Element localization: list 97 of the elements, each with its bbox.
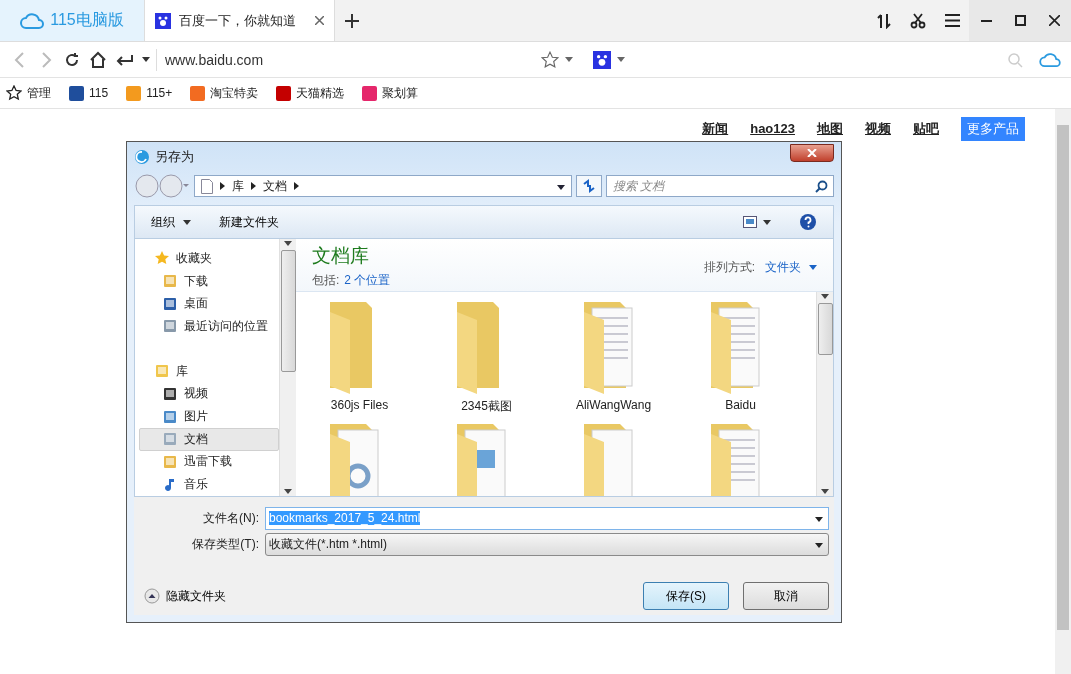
sort-label: 排列方式: <box>703 259 755 276</box>
filetype-dropdown[interactable]: 收藏文件(*.htm *.html) <box>265 532 829 556</box>
scrollbar-thumb[interactable] <box>1057 125 1069 630</box>
locations-link[interactable]: 2 个位置 <box>344 272 391 289</box>
bookmark-label: 淘宝特卖 <box>210 84 259 102</box>
scrollbar[interactable] <box>816 292 833 496</box>
toolbar-button[interactable]: 新建文件夹 <box>219 213 279 231</box>
refresh-button[interactable] <box>576 175 602 197</box>
folder-item[interactable]: Baidu <box>677 298 804 420</box>
sidebar-item[interactable]: 下载 <box>139 269 279 293</box>
caret-icon <box>815 543 823 548</box>
sidebar-item[interactable]: 音乐 <box>139 473 279 496</box>
chevron-right-icon <box>294 182 299 190</box>
nav-link[interactable]: 新闻 <box>702 117 729 141</box>
cloud-icon[interactable] <box>1039 51 1061 68</box>
scissors-icon[interactable] <box>910 12 926 29</box>
caret-icon <box>284 489 292 494</box>
search-field[interactable]: 搜索 文档 <box>606 175 834 197</box>
breadcrumb-item[interactable]: 库 <box>232 177 244 195</box>
bookmark-item[interactable]: 聚划算 <box>362 84 419 102</box>
sidebar-item[interactable]: 迅雷下载 <box>139 450 279 474</box>
scrollbar-thumb[interactable] <box>280 250 296 372</box>
nav-link[interactable]: 视频 <box>865 117 891 141</box>
folder-item[interactable]: AliWangWang <box>550 298 677 420</box>
library-title: 文档库 <box>312 244 370 268</box>
bookmark-label: 115+ <box>146 86 173 100</box>
caret-icon <box>617 57 625 62</box>
bookmark-item[interactable]: 115+ <box>126 85 173 101</box>
paw-icon <box>155 12 171 29</box>
view-options-icon[interactable] <box>743 216 771 228</box>
folder-item[interactable]: 2345截图 <box>423 298 550 420</box>
breadcrumb-item[interactable]: 文档 <box>263 177 287 195</box>
sidebar-item[interactable]: 文档 <box>139 427 279 451</box>
star-icon <box>6 85 22 101</box>
search-icon <box>815 179 828 193</box>
bookmark-item[interactable]: 115 <box>69 85 109 101</box>
menu-icon[interactable] <box>944 14 960 27</box>
caret-icon <box>183 219 191 225</box>
chevron-right-icon <box>220 182 225 190</box>
maximize-icon[interactable] <box>1014 15 1026 26</box>
caret-icon <box>809 265 817 270</box>
folder-item[interactable]: 360js Files <box>296 298 423 420</box>
scrollbar[interactable] <box>279 239 296 496</box>
includes-label: 包括: <box>312 272 340 289</box>
plus-icon[interactable] <box>345 13 359 28</box>
dialog-button[interactable]: 取消 <box>743 582 829 610</box>
caret-icon <box>821 489 829 494</box>
caret-icon <box>557 185 565 190</box>
dialog-button[interactable]: 保存(S) <box>643 582 729 610</box>
breadcrumb-bar[interactable]: 库 文档 <box>194 175 572 197</box>
close-button[interactable] <box>790 143 834 162</box>
caret-icon <box>565 57 573 62</box>
bookmark-label: 管理 <box>27 84 51 102</box>
nav-link[interactable]: 贴吧 <box>913 117 939 141</box>
nav-link[interactable]: 地图 <box>817 117 843 141</box>
close-icon <box>807 148 817 157</box>
dialog-title: 另存为 <box>155 147 194 166</box>
refresh-icon <box>582 179 596 193</box>
close-icon[interactable] <box>315 16 324 25</box>
swirl-icon <box>134 148 150 165</box>
sidebar-item[interactable]: 收藏夹 <box>139 247 279 270</box>
hide-folders-button[interactable]: 隐藏文件夹 <box>144 587 226 605</box>
bookmark-label: 115 <box>89 86 109 100</box>
sidebar-item[interactable]: 桌面 <box>139 292 279 316</box>
close-icon[interactable] <box>1048 15 1060 26</box>
chevron-right-icon <box>251 182 256 190</box>
star-icon[interactable] <box>541 50 559 69</box>
caret-icon <box>815 517 823 522</box>
paw-icon[interactable] <box>593 50 611 69</box>
address-field[interactable]: www.baidu.com <box>156 48 535 71</box>
caret-icon <box>284 241 292 246</box>
bookmark-item[interactable]: 管理 <box>6 84 51 102</box>
sidebar-item[interactable]: 视频 <box>139 382 279 406</box>
nav-link[interactable]: hao123 <box>750 117 795 141</box>
sort-dropdown[interactable]: 文件夹 <box>765 259 817 276</box>
toolbar-button[interactable]: 组织 <box>151 213 191 231</box>
star-icon <box>154 250 170 267</box>
minimize-icon[interactable] <box>980 19 992 22</box>
bookmark-item[interactable]: 淘宝特卖 <box>190 84 259 102</box>
help-icon[interactable] <box>799 213 817 231</box>
scrollbar-thumb[interactable] <box>817 303 833 355</box>
caret-icon <box>821 294 829 299</box>
sidebar-item[interactable]: 库 <box>139 359 279 383</box>
browser-tab[interactable]: 百度一下，你就知道 <box>145 0 335 41</box>
home-icon[interactable] <box>88 50 108 69</box>
bookmark-label: 聚划算 <box>382 84 419 102</box>
more-products-button[interactable]: 更多产品 <box>961 117 1025 141</box>
sidebar-item[interactable]: 图片 <box>139 405 279 428</box>
caret-icon <box>142 57 150 62</box>
sort-arrows-icon[interactable] <box>876 12 892 29</box>
bookmark-item[interactable]: 天猫精选 <box>276 84 345 102</box>
filename-label: 文件名(N): <box>202 509 260 527</box>
sidebar-item[interactable]: 最近访问的位置 <box>139 315 279 338</box>
cloud-icon <box>20 11 45 30</box>
filetype-label: 保存类型(T): <box>191 535 260 553</box>
collapse-icon <box>144 588 160 604</box>
bookmark-label: 天猫精选 <box>296 84 345 102</box>
